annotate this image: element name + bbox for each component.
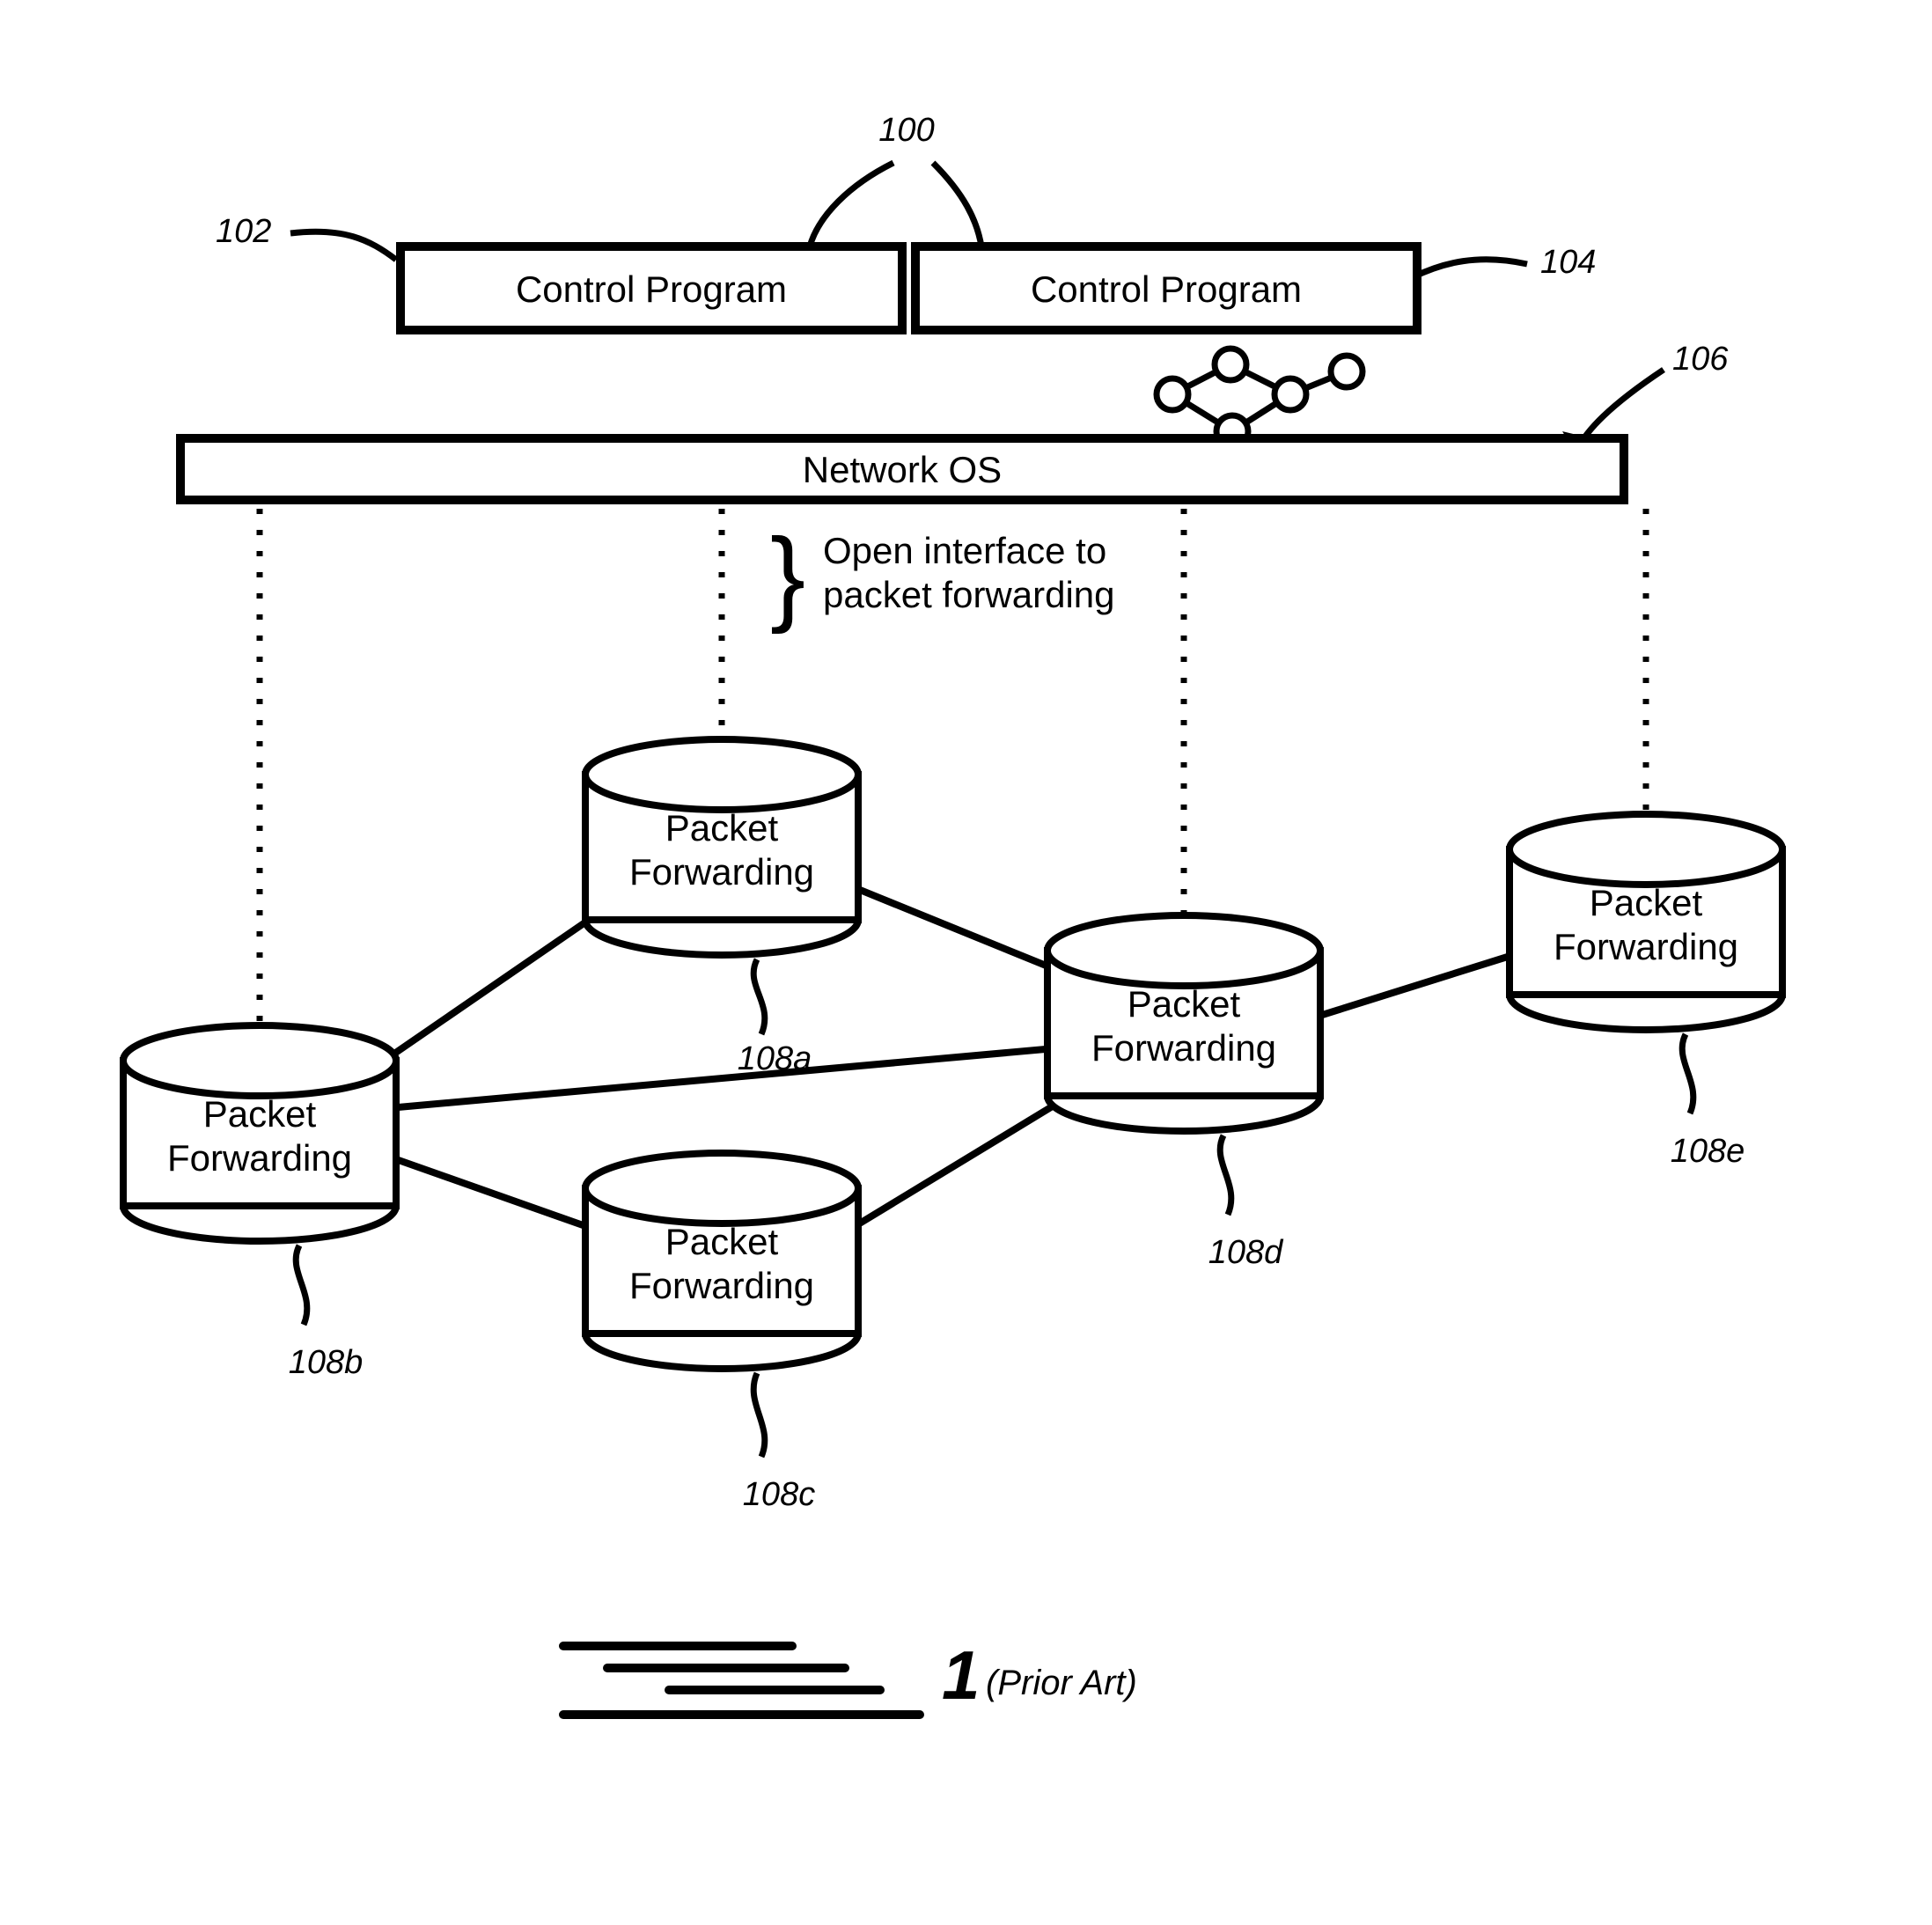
interface-line1: Open interface to [823,530,1106,571]
mini-graph-icon [1157,349,1363,447]
cp-left-label: Control Program [516,268,787,310]
pf-108e-line1: Packet [1590,882,1703,923]
pf-108c-line1: Packet [665,1221,779,1262]
pf-108b-line2: Forwarding [167,1137,352,1179]
pf-108a-line2: Forwarding [629,851,814,893]
caption-suffix: (Prior Art) [986,1664,1137,1702]
ref-104: 104 [1540,244,1596,281]
leader-100-left [810,163,893,246]
leader-100-right [933,163,981,246]
ref-108a: 108a [738,1040,812,1077]
figure-caption: 1 (Prior Art) [563,1636,1137,1715]
network-os: Network OS [180,438,1624,500]
ref-108e: 108e [1671,1133,1745,1170]
ref-102: 102 [216,213,271,250]
cp-right-label: Control Program [1031,268,1302,310]
ref-108c: 108c [743,1476,815,1513]
ref-108b: 108b [289,1344,364,1381]
ref-100: 100 [878,112,934,149]
control-program-left: Control Program [400,246,902,330]
brace-icon: } [770,517,805,635]
network-os-label: Network OS [803,449,1002,490]
data-links [352,880,1527,1232]
interface-line2: packet forwarding [823,574,1115,615]
pf-node-108e: Packet Forwarding [1510,814,1782,1030]
pf-ref-leaders [296,959,1693,1457]
pf-108a-line1: Packet [665,807,779,849]
pf-108c-line2: Forwarding [629,1265,814,1306]
pf-node-108a: Packet Forwarding [585,739,858,955]
pf-108b-line1: Packet [203,1093,317,1135]
pf-node-108b: Packet Forwarding [123,1025,396,1241]
ref-108d: 108d [1208,1234,1284,1271]
leader-102 [290,231,396,260]
pf-108e-line2: Forwarding [1554,926,1738,967]
pf-108d-line1: Packet [1128,983,1241,1025]
leader-104 [1413,260,1527,277]
fig-number: 1 [942,1636,980,1714]
control-program-right: Control Program [915,246,1417,330]
ref-106: 106 [1672,341,1729,378]
pf-node-108d: Packet Forwarding [1047,915,1320,1131]
pf-node-108c: Packet Forwarding [585,1153,858,1369]
pf-108d-line2: Forwarding [1091,1027,1276,1069]
